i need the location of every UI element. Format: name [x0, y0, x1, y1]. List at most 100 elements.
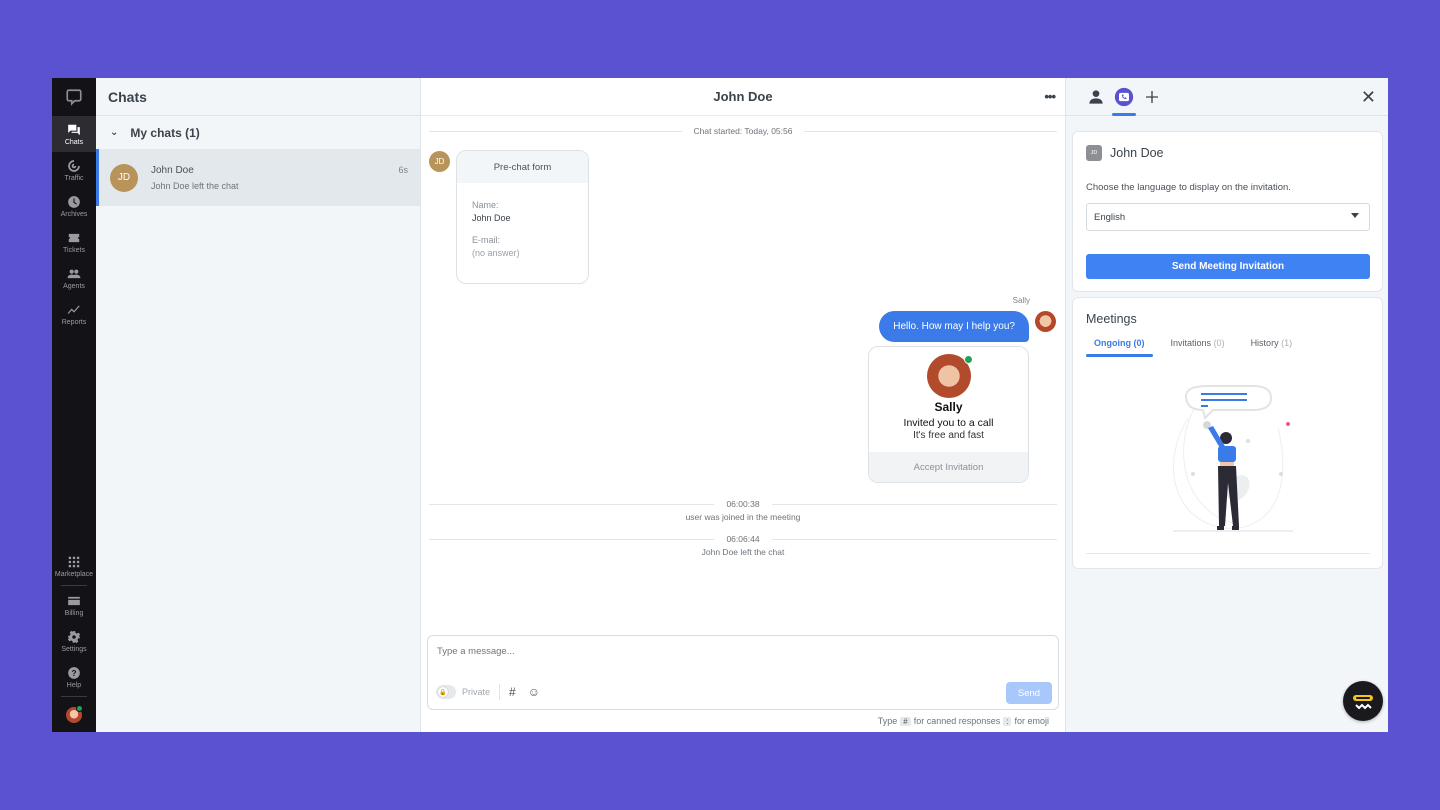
app-logo-icon [1353, 695, 1373, 710]
nav-item-marketplace[interactable]: Marketplace [52, 548, 96, 584]
chat-item-name: John Doe [151, 164, 194, 176]
chat-item-time: 6s [398, 165, 408, 175]
nav-label: Tickets [63, 246, 85, 254]
inviter-avatar [926, 354, 973, 398]
tab-invitations[interactable]: Invitations (0) [1163, 338, 1233, 354]
chat-item-preview: John Doe left the chat [151, 180, 239, 191]
message-composer: 🔒 Private # ☺ Send [427, 635, 1059, 710]
emoji-icon[interactable]: ☺ [528, 685, 540, 699]
nav-label: Help [66, 681, 82, 689]
composer-hint: Type # for canned responses : for emoji [878, 716, 1049, 726]
event-time: 06:00:38 [726, 499, 760, 509]
marketplace-icon [68, 556, 80, 567]
plus-icon [1146, 90, 1158, 103]
caret-down-icon [1351, 213, 1359, 218]
visitor-avatar: JD [110, 163, 138, 192]
invite-subtext: It's free and fast [913, 430, 984, 441]
tab-label: History [1250, 338, 1279, 348]
nav-label: Archives [60, 210, 88, 218]
divider [1086, 553, 1370, 554]
my-chats-group-toggle[interactable]: ⌄ My chats (1) [96, 116, 420, 149]
conversation-title: John Doe [713, 89, 773, 104]
nav-item-tickets[interactable]: Tickets [52, 224, 96, 260]
hint-text: Type [877, 716, 898, 726]
tool-divider [499, 684, 501, 700]
nav-label: Settings [61, 645, 87, 653]
message-sender-name: Sally [1012, 296, 1030, 305]
chat-list-panel: Chats ⌄ My chats (1) JD John Doe John Do… [96, 78, 421, 732]
chat-list-title: Chats [96, 78, 420, 116]
app-window: Chats Traffic Archives Tickets Agents Re… [52, 78, 1388, 732]
hint-key: : [1003, 716, 1012, 726]
language-description: Choose the language to display on the in… [1086, 182, 1291, 193]
agent-profile-avatar[interactable] [52, 698, 96, 732]
send-button[interactable]: Send [1006, 682, 1052, 704]
chat-started-divider: Chat started: Today, 05:56 [429, 126, 1057, 136]
meetings-tabs: Ongoing (0) Invitations (0) History (1) [1086, 338, 1310, 357]
tab-customer-details[interactable] [1086, 87, 1106, 107]
online-status-dot [963, 355, 973, 364]
reports-icon [67, 305, 80, 314]
nav-item-chats[interactable]: Chats [52, 116, 96, 152]
nav-label: Billing [64, 609, 84, 617]
meetings-title: Meetings [1086, 312, 1137, 326]
form-field-value: John Doe [472, 213, 511, 223]
meetings-card: Meetings Ongoing (0) Invitations (0) His… [1072, 297, 1383, 569]
message-input[interactable] [437, 646, 1037, 657]
form-field-value: (no answer) [472, 248, 520, 258]
hint-key: # [900, 716, 911, 726]
more-options-icon[interactable]: ••• [1044, 89, 1056, 104]
nav-item-archives[interactable]: Archives [52, 188, 96, 224]
meeting-invite-card: JD John Doe Choose the language to displ… [1072, 131, 1383, 292]
private-label: Private [462, 687, 491, 697]
nav-label: Agents [63, 282, 85, 290]
tab-video-meeting[interactable] [1112, 87, 1136, 116]
tab-history[interactable]: History (1) [1243, 338, 1301, 354]
hash-icon[interactable]: # [509, 685, 516, 699]
livechat-logo-icon[interactable] [52, 78, 96, 116]
nav-item-traffic[interactable]: Traffic [52, 152, 96, 188]
event-time: 06:06:44 [726, 534, 760, 544]
nav-label: Marketplace [54, 570, 94, 578]
inviter-name: Sally [934, 400, 963, 414]
prechat-form-card: Pre-chat form Name: John Doe E-mail: (no… [456, 150, 589, 284]
call-invitation-card: Sally Invited you to a call It's free an… [868, 346, 1029, 483]
close-icon[interactable]: ✕ [1361, 88, 1376, 106]
accept-invitation-button[interactable]: Accept Invitation [869, 452, 1028, 482]
nav-item-help[interactable]: ? Help [52, 659, 96, 695]
chats-icon [68, 124, 80, 135]
tab-count: (0) [1213, 338, 1225, 348]
chat-list-item[interactable]: JD John Doe John Doe left the chat 6s [96, 149, 420, 206]
nav-label: Traffic [64, 174, 84, 182]
hint-text: for canned responses [913, 716, 1001, 726]
event-divider: 06:06:44 John Doe left the chat [429, 534, 1057, 557]
chevron-down-icon: ⌄ [110, 127, 119, 138]
user-icon [1089, 89, 1103, 104]
svg-text:?: ? [72, 668, 77, 677]
settings-icon [67, 630, 81, 643]
nav-item-billing[interactable]: Billing [52, 587, 96, 623]
add-app-button[interactable] [1142, 87, 1162, 107]
form-field-label: Name: [472, 200, 499, 210]
chat-started-text: Chat started: Today, 05:56 [693, 126, 793, 136]
tab-ongoing[interactable]: Ongoing (0) [1086, 338, 1153, 357]
nav-rail: Chats Traffic Archives Tickets Agents Re… [52, 78, 96, 732]
details-side-panel: ✕ JD John Doe Choose the language to dis… [1066, 78, 1388, 732]
send-meeting-invitation-button[interactable]: Send Meeting Invitation [1086, 254, 1370, 279]
nav-label: Chats [64, 138, 84, 146]
nav-divider [61, 696, 87, 697]
nav-item-agents[interactable]: Agents [52, 260, 96, 296]
tab-label: Invitations [1170, 338, 1212, 348]
invite-text: Invited you to a call [903, 417, 994, 429]
traffic-icon [68, 159, 80, 172]
agent-avatar [1035, 311, 1056, 332]
nav-item-reports[interactable]: Reports [52, 296, 96, 332]
private-toggle[interactable]: 🔒 [436, 685, 456, 699]
language-selected: English [1094, 211, 1126, 223]
language-select[interactable]: English [1086, 203, 1370, 231]
help-icon: ? [68, 666, 80, 679]
app-launcher-button[interactable] [1343, 681, 1383, 721]
nav-item-settings[interactable]: Settings [52, 623, 96, 659]
side-panel-tabs: ✕ [1066, 78, 1388, 116]
lock-icon: 🔒 [438, 687, 448, 697]
